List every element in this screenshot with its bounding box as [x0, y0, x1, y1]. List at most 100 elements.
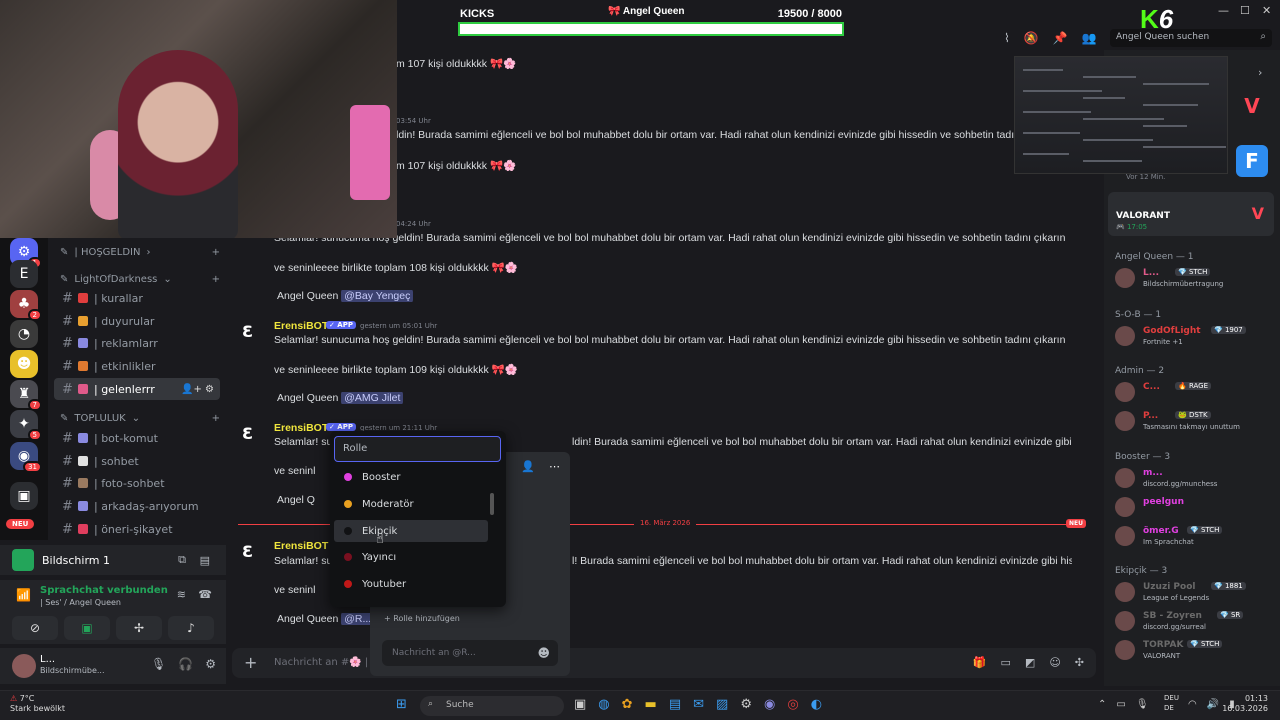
avatar[interactable] [1115, 582, 1135, 602]
settings-icon[interactable]: ⚙ [740, 697, 752, 712]
wifi-icon[interactable]: ◠ [1188, 699, 1197, 710]
member-row[interactable]: peelgun [1115, 495, 1275, 521]
member-row[interactable]: ömer.G 💎 STCH Im Sprachchat [1115, 524, 1275, 550]
member-row[interactable]: Uzuzi Pool 💎 1881 League of Legends [1115, 580, 1275, 606]
channel-arkadas-ariyorum[interactable]: # | arkadaş-arıyorum [54, 495, 220, 517]
add-channel-icon[interactable]: + [212, 274, 220, 285]
gift-icon[interactable]: 🎁 [973, 656, 987, 669]
avatar[interactable] [1115, 411, 1135, 431]
microphone-icon[interactable]: 🎙 [151, 657, 166, 671]
add-channel-icon[interactable]: + [212, 247, 220, 258]
explorer-icon[interactable]: ▬ [645, 697, 657, 712]
display-icon[interactable]: ▭ [1116, 699, 1125, 710]
bot-avatar-icon[interactable]: Ɛ [242, 322, 260, 341]
category-lightofdarkness[interactable]: ✎ LightOfDarkness ⌄ + [60, 274, 220, 285]
gear-icon[interactable]: ⚙ [205, 657, 216, 671]
role-option-yayinci[interactable]: Yayıncı [334, 546, 488, 568]
channel-gelenlerrr[interactable]: # | gelenlerrr 👤+ ⚙ [54, 378, 220, 400]
message-author[interactable]: ErensiBOT [274, 320, 328, 332]
avatar[interactable] [1115, 326, 1135, 346]
bot-avatar-icon[interactable]: Ɛ [242, 424, 260, 443]
store-icon[interactable]: ▤ [669, 697, 681, 712]
voice-channel[interactable]: | Ses' / Angel Queen [40, 598, 121, 607]
more-icon[interactable]: ⋯ [549, 460, 560, 473]
reply-user[interactable]: Angel Queen [277, 392, 338, 404]
grid-icon[interactable]: ▤ [200, 554, 210, 567]
server-icon[interactable]: ♜ 7 [10, 380, 42, 411]
member-row[interactable]: L... 💎 STCH Bildschirmübertragung [1115, 266, 1275, 292]
member-row[interactable]: C... 🔥 RAGE [1115, 380, 1275, 406]
apps-icon[interactable]: ✣ [1075, 656, 1084, 669]
avatar[interactable] [1115, 468, 1135, 488]
minimize-button[interactable]: — [1218, 4, 1229, 17]
camera-off-button[interactable]: ⊘ [12, 616, 58, 640]
avatar[interactable] [1115, 268, 1135, 288]
category-topluluk[interactable]: ✎ TOPLULUK ⌄ + [60, 413, 220, 424]
message-author[interactable]: ErensiBOT [274, 540, 328, 552]
server-icon[interactable]: ☻ [10, 350, 38, 378]
outlook-icon[interactable]: ✉ [693, 697, 704, 712]
channel-bot-komut[interactable]: # | bot-komut [54, 427, 220, 449]
member-row[interactable]: SB - Zoyren 💎 SR discord.gg/surreal [1115, 609, 1275, 635]
user-panel[interactable]: L... Bildschirmübe... 🎙 🎧 ⚙ [0, 648, 226, 684]
server-icon[interactable]: E [10, 260, 38, 288]
channel-oneri-sikayet[interactable]: # | öneri-şikayet [54, 518, 220, 540]
server-icon[interactable]: ◔ [10, 320, 38, 348]
channel-settings-icon[interactable]: 👤+ ⚙ [181, 384, 214, 395]
server-icon[interactable]: ◉ 31 [10, 442, 42, 473]
mic-icon[interactable]: 🎙 [1136, 699, 1149, 710]
member-row[interactable]: m... discord.gg/munchess [1115, 466, 1275, 492]
clock[interactable]: 01:13 16.03.2026 [1222, 694, 1268, 715]
screenshare-button[interactable]: ▣ [64, 616, 110, 640]
avatar[interactable] [1115, 382, 1135, 402]
chevron-up-icon[interactable]: ⌃ [1098, 699, 1106, 710]
role-option-ekipcik[interactable]: Ekipçik [334, 520, 488, 542]
channel-kurallar[interactable]: # | kurallar [54, 287, 220, 309]
server-icon[interactable]: ✦ 5 [10, 410, 42, 441]
weather-widget[interactable]: ⚠ 7°C Stark bewölkt [10, 694, 65, 713]
add-role-button[interactable]: + Rolle hinzufügen [384, 614, 460, 623]
discord-icon[interactable]: ◉ [764, 697, 775, 712]
language-indicator[interactable]: DEU DE [1164, 694, 1179, 714]
threads-icon[interactable]: ⌇ [1004, 31, 1010, 45]
server-icon[interactable]: ♣ 2 [10, 290, 42, 321]
sticker-icon[interactable]: ◩ [1025, 656, 1035, 669]
add-friend-icon[interactable]: 👤 [521, 460, 535, 473]
avatar[interactable] [1115, 611, 1135, 631]
mute-bell-icon[interactable]: 🔕 [1024, 31, 1039, 45]
role-option-youtuber[interactable]: Youtuber [334, 573, 488, 595]
role-list-scrollbar[interactable] [490, 493, 494, 515]
task-view-icon[interactable]: ▣ [574, 697, 586, 712]
channel-sohbet[interactable]: # | sohbet [54, 450, 220, 472]
role-search-input[interactable]: Rolle [334, 436, 501, 462]
server-icon[interactable]: ▣ [10, 482, 38, 510]
channel-reklamlarr[interactable]: # | reklamlarr [54, 332, 220, 354]
role-option-booster[interactable]: Booster [334, 466, 488, 488]
bot-avatar-icon[interactable]: Ɛ [242, 542, 260, 561]
search-input[interactable]: Angel Queen suchen ⌕ [1110, 29, 1272, 47]
stream-preview[interactable] [1014, 56, 1228, 174]
voice-status[interactable]: Sprachchat verbunden [40, 585, 168, 596]
windows-start-icon[interactable]: ⊞ [396, 697, 407, 712]
new-pill[interactable]: NEU [6, 519, 35, 529]
soundboard-button[interactable]: ♪ [168, 616, 214, 640]
channel-etkinlikler[interactable]: # | etkinlikler [54, 355, 220, 377]
maximize-button[interactable]: ☐ [1240, 4, 1250, 17]
direct-message-input[interactable]: Nachricht an @R... ☻ [382, 640, 558, 666]
reply-user[interactable]: Angel Q [277, 494, 315, 506]
message-composer[interactable]: + Nachricht an #🌸 | g 🎁 ▭ ◩ ☺ ✣ [232, 648, 1096, 678]
member-row[interactable]: P... 🐸 DSTK Tasmasını takmayı unuttum [1115, 409, 1275, 435]
activities-button[interactable]: ✢ [116, 616, 162, 640]
photos-icon[interactable]: ▨ [716, 697, 728, 712]
emoji-icon[interactable]: ☺ [1049, 656, 1060, 669]
popout-icon[interactable]: ⧉ [178, 553, 186, 567]
volume-icon[interactable]: 🔊 [1207, 699, 1219, 710]
avatar[interactable] [1115, 640, 1135, 660]
role-option-moderator[interactable]: Moderatör [334, 493, 488, 515]
taskbar-search[interactable]: ⌕ Suche [420, 696, 564, 716]
edge-icon[interactable]: ◍ [598, 697, 609, 712]
avatar[interactable] [1115, 497, 1135, 517]
copilot-icon[interactable]: ✿ [622, 697, 633, 712]
add-attachment-icon[interactable]: + [244, 653, 257, 672]
user-mention[interactable]: @Bay Yengeç [341, 290, 414, 302]
